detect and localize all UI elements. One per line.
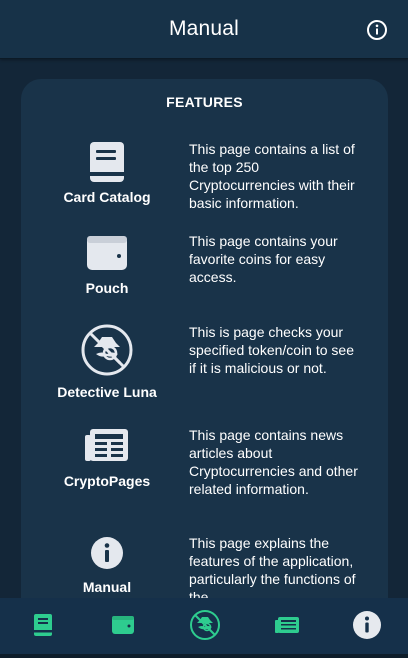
nav-manual[interactable] <box>352 610 382 640</box>
feature-description: This is page checks your specified token… <box>189 324 354 376</box>
info-circle-icon <box>90 536 124 575</box>
nav-pouch[interactable] <box>108 610 138 640</box>
feature-detective-luna: Detective Luna This is page checks your … <box>21 321 388 407</box>
book-icon <box>34 614 52 636</box>
page-title: Manual <box>168 17 240 40</box>
feature-label: Card Catalog <box>63 189 151 205</box>
detective-icon <box>80 323 134 382</box>
feature-label: Detective Luna <box>57 384 157 400</box>
wallet-icon <box>86 235 128 276</box>
detective-icon <box>190 610 220 640</box>
nav-detective-luna[interactable] <box>189 609 221 641</box>
book-icon <box>88 141 126 188</box>
app-header: Manual <box>0 0 408 59</box>
feature-description: This page contains news articles about C… <box>189 427 358 497</box>
newspaper-icon <box>275 617 299 633</box>
info-icon[interactable] <box>366 19 388 41</box>
section-title: FEATURES <box>166 94 243 110</box>
info-circle-icon <box>353 611 381 639</box>
screen-bottom-edge <box>0 654 408 658</box>
nav-card-catalog[interactable] <box>28 610 58 640</box>
feature-label: CryptoPages <box>63 473 151 489</box>
app-screen: Manual FEATURES Card Catalog This page c… <box>0 0 408 658</box>
feature-card-catalog: Card Catalog This page contains a list o… <box>21 139 388 219</box>
nav-cryptopages[interactable] <box>272 610 302 640</box>
feature-label: Pouch <box>85 280 129 296</box>
feature-description: This page contains your favorite coins f… <box>189 233 338 285</box>
wallet-icon <box>112 616 134 634</box>
feature-pouch: Pouch This page contains your favorite c… <box>21 231 388 311</box>
feature-description: This page contains a list of the top 250… <box>189 141 355 211</box>
feature-description: This page explains the features of the a… <box>189 535 356 605</box>
feature-label: Manual <box>82 579 132 595</box>
bottom-nav <box>0 598 408 654</box>
features-card: FEATURES Card Catalog This page contains… <box>21 79 388 639</box>
newspaper-icon <box>84 427 130 468</box>
feature-cryptopages: CryptoPages This page contains news arti… <box>21 424 388 510</box>
